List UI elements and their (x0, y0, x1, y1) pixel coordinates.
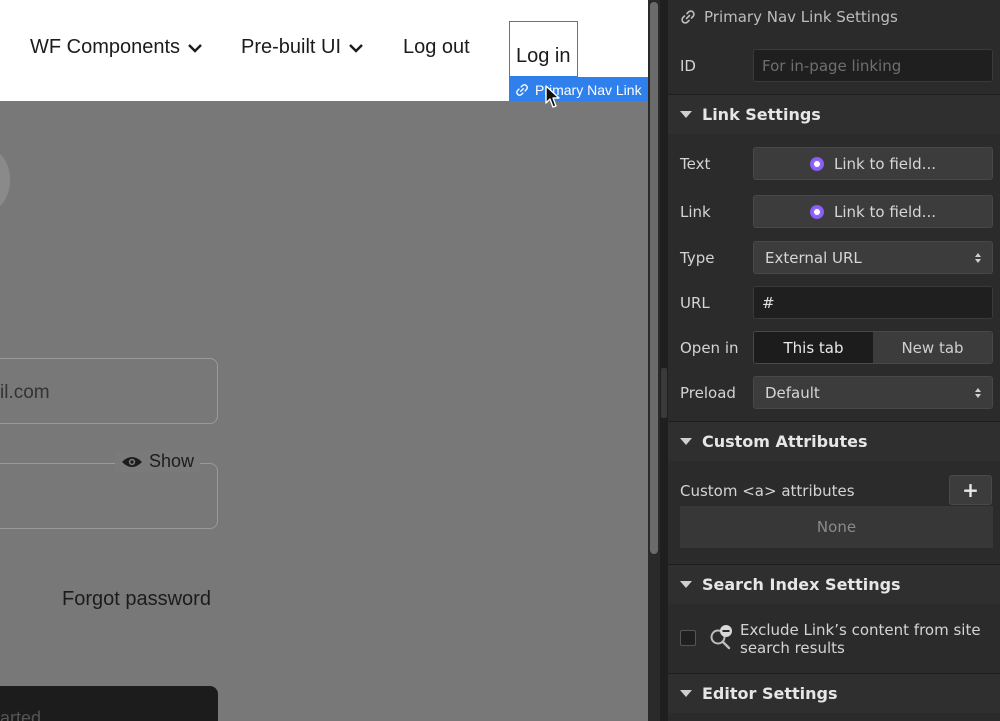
panel-divider[interactable] (660, 0, 668, 721)
section-search-index-title: Search Index Settings (702, 575, 901, 594)
text-bind-button[interactable]: Link to field... (753, 147, 993, 180)
selection-tag[interactable]: Primary Nav Link (509, 77, 660, 102)
preload-select[interactable]: Default (753, 376, 993, 409)
nav-log-in-selected[interactable]: Log in (509, 21, 578, 77)
design-canvas[interactable]: WF Components Pre-built UI Log out Log i… (0, 0, 660, 721)
id-input-placeholder: For in-page linking (762, 56, 902, 75)
section-link-settings-title: Link Settings (702, 105, 821, 124)
select-arrows-icon (975, 252, 981, 263)
text-bind-label: Link to field... (834, 154, 936, 173)
link-icon (681, 10, 695, 24)
preload-select-value: Default (765, 383, 820, 402)
nav-wf-components-label: WF Components (30, 36, 181, 58)
attributes-empty-state: None (680, 506, 993, 548)
section-custom-attributes-title: Custom Attributes (702, 432, 868, 451)
nav-log-out-label: Log out (403, 36, 470, 58)
open-in-toggle: This tab New tab (753, 331, 993, 364)
panel-header: Primary Nav Link Settings (668, 0, 1000, 34)
exclude-search-checkbox[interactable] (680, 630, 696, 646)
open-new-tab-option[interactable]: New tab (873, 332, 992, 363)
panel-resize-handle[interactable] (661, 368, 667, 418)
type-select[interactable]: External URL (753, 241, 993, 274)
caret-down-icon (680, 438, 692, 445)
select-arrows-icon (975, 387, 981, 398)
exclude-search-label: Exclude Link’s content from site search … (740, 621, 981, 657)
nav-log-in-label: Log in (516, 45, 571, 67)
panel-title: Primary Nav Link Settings (704, 8, 898, 26)
eye-icon (122, 456, 142, 467)
url-input[interactable]: # (753, 286, 993, 319)
url-label: URL (680, 294, 710, 312)
section-editor-settings-title: Editor Settings (702, 684, 838, 703)
field-binding-icon (810, 156, 824, 171)
canvas-scrollbar-thumb[interactable] (650, 2, 658, 554)
get-started-label: arted (0, 708, 42, 721)
custom-attributes-label: Custom <a> attributes (680, 482, 855, 500)
chevron-down-icon (349, 43, 363, 53)
preload-label: Preload (680, 384, 736, 402)
forgot-password-link[interactable]: Forgot password (62, 588, 211, 611)
id-label: ID (680, 57, 696, 75)
chevron-down-icon (188, 43, 202, 53)
link-icon (516, 83, 528, 96)
open-in-label: Open in (680, 339, 739, 357)
url-input-value: # (762, 293, 775, 312)
show-password-label: Show (149, 451, 195, 471)
password-field[interactable] (0, 463, 218, 529)
mouse-cursor-icon (545, 85, 560, 108)
nav-wf-components[interactable]: WF Components (30, 36, 202, 59)
type-label: Type (680, 249, 715, 267)
section-editor-settings[interactable]: Editor Settings (668, 673, 1000, 713)
add-attribute-button[interactable]: + (949, 475, 992, 505)
email-field-value: il.com (0, 382, 50, 403)
section-search-index[interactable]: Search Index Settings (668, 564, 1000, 604)
section-link-settings[interactable]: Link Settings (668, 94, 1000, 134)
show-password-toggle[interactable]: Show (115, 451, 201, 472)
caret-down-icon (680, 690, 692, 697)
settings-panel: Primary Nav Link Settings ID For in-page… (668, 0, 1000, 721)
field-binding-icon (810, 204, 824, 219)
get-started-button[interactable]: arted (0, 686, 218, 721)
id-input[interactable]: For in-page linking (753, 49, 993, 82)
text-label: Text (680, 155, 711, 173)
link-bind-button[interactable]: Link to field... (753, 195, 993, 228)
nav-prebuilt-ui-label: Pre-built UI (241, 36, 342, 58)
open-this-tab-option[interactable]: This tab (754, 332, 873, 363)
caret-down-icon (680, 581, 692, 588)
link-label: Link (680, 203, 711, 221)
nav-prebuilt-ui[interactable]: Pre-built UI (241, 36, 363, 59)
search-exclude-icon (710, 625, 732, 650)
link-bind-label: Link to field... (834, 202, 936, 221)
type-select-value: External URL (765, 248, 862, 267)
nav-log-out[interactable]: Log out (403, 36, 470, 59)
section-custom-attributes[interactable]: Custom Attributes (668, 421, 1000, 461)
caret-down-icon (680, 111, 692, 118)
